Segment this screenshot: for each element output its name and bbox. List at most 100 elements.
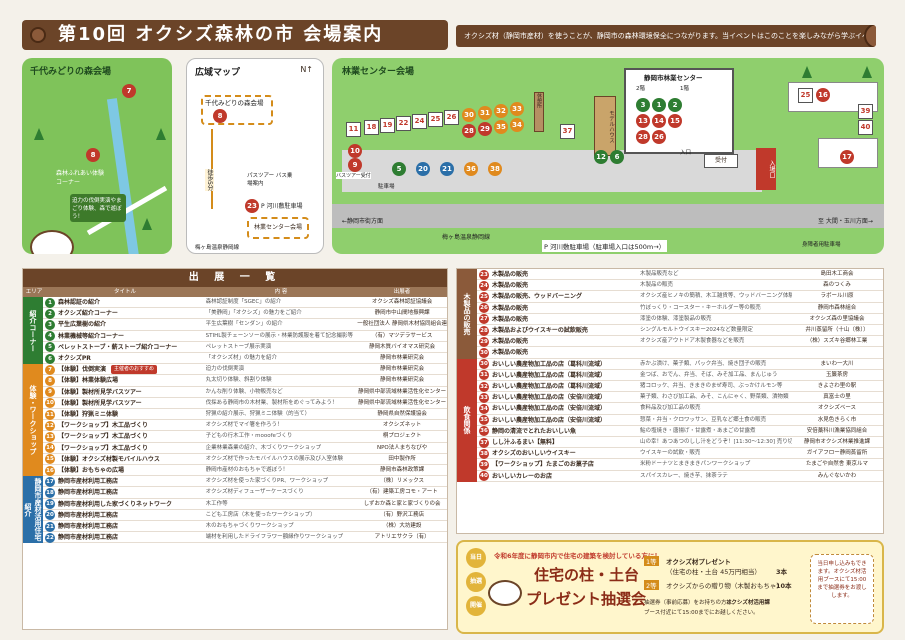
map-chiyo-forest: 千代みどりの森会場 7 8 森林ふれあい体験コーナー 迫力の伐倒実演やまごり体験…: [22, 58, 172, 254]
prize2-tag: 2等: [644, 580, 659, 590]
booth-29[interactable]: 29: [478, 122, 492, 136]
booth-18[interactable]: 18: [364, 120, 379, 135]
booth-34[interactable]: 34: [510, 118, 524, 132]
map1-pin-7[interactable]: 7: [122, 84, 136, 98]
booth-39[interactable]: 39: [858, 104, 873, 119]
row-title: 木製品の販売: [492, 282, 529, 290]
booth-6[interactable]: 6: [610, 150, 624, 164]
booth-3[interactable]: 3: [636, 98, 650, 112]
booth-25[interactable]: 25: [428, 112, 443, 127]
col-title: タイトル: [113, 289, 136, 295]
row-org: アトリエサクラ（有）: [374, 534, 430, 541]
booth-33[interactable]: 33: [510, 102, 524, 116]
row-desc: 惣菜・弁当・クロワッサン、豆乳など郷土食の販売: [640, 416, 767, 423]
venue1-outline: [201, 95, 273, 125]
row-title: 【体験】狩猟ミニ体験: [58, 411, 119, 418]
row-desc: 山の幸！あつあつのしし汁をどうぞ！[11:30～12:30] 売り切れ次第終了: [640, 439, 792, 445]
booth-24[interactable]: 24: [412, 114, 427, 129]
disabled-parking-label: 身障者用駐車場: [802, 242, 841, 248]
row-org: NPO法人まちなびや: [376, 444, 428, 451]
road-label-west: ←静岡市街方面: [342, 218, 384, 225]
booth-15[interactable]: 15: [668, 114, 682, 128]
row-org: 静岡市林業研究会: [380, 377, 425, 384]
table-row: 28 木製品およびウイスキーの試飲販売 シングルモルトウイスキー2024など数量限定…: [457, 325, 883, 337]
row-org: 島田木工商会: [820, 271, 854, 277]
row-title: 木製品の販売: [492, 315, 529, 323]
booth-19[interactable]: 19: [380, 118, 395, 133]
booth-31[interactable]: 31: [478, 106, 492, 120]
table-row: 4 林業機械等紹介コーナー STIHL製チェーンソーの展示・林業防護服を着て記念撮影…: [23, 331, 447, 342]
table-row: 12 【ワークショップ】木工品づくり オクシズ材でマイ箸を作ろう！ オクシズネット: [23, 420, 447, 432]
booth-35[interactable]: 35: [494, 120, 508, 134]
row-title: 木製品の販売: [492, 338, 529, 346]
booth-21[interactable]: 21: [440, 162, 454, 176]
booth-26b[interactable]: 26: [652, 130, 666, 144]
booth-9[interactable]: 9: [348, 158, 362, 172]
row-number: 35: [479, 415, 489, 426]
log-knot-icon: [30, 27, 46, 43]
row-org: 静岡県中部流域林業活性化センター: [358, 388, 447, 395]
car-entrance-arrow: 入場口: [756, 148, 776, 190]
table-row: 19 静岡市産材利用した家づくりネットワーク 木工作等 しずおか森と家と家づくりの会: [23, 499, 447, 510]
row-desc: スパイスカレー、焼き芋、抹茶ラテ: [640, 472, 728, 479]
row-desc: 木製品販売など: [640, 271, 679, 277]
booth-13[interactable]: 13: [636, 114, 650, 128]
row-number: 9: [45, 387, 55, 398]
table-row: 22 静岡市産材利用工務店 端材を利用したドライフラワー額縁作りワークショップ アトリ…: [23, 532, 447, 544]
booth-17[interactable]: 17: [840, 150, 854, 164]
row-org: 安倍藁科川漁業協同組合: [806, 427, 868, 434]
row-number: 24: [479, 280, 489, 291]
booth-28b[interactable]: 28: [636, 130, 650, 144]
booth-10[interactable]: 10: [348, 144, 362, 158]
booth-25b[interactable]: 25: [798, 88, 813, 103]
section-label: 木製品の販売: [457, 269, 477, 359]
row-title: ペレットストーブ・薪ストーブ紹介コーナー: [58, 343, 178, 351]
row-title: オクシズ紹介コーナー: [58, 310, 118, 318]
row-org: （有）建築工房コモ・アート: [366, 489, 438, 496]
booth-37[interactable]: 37: [560, 124, 575, 139]
booth-26[interactable]: 26: [444, 110, 459, 125]
row-title: 静岡市産材利用工務店: [58, 478, 119, 486]
row-number: 21: [45, 521, 55, 532]
lottery-info: 当日申し込みもできます。オクシズ材活用ブースにて15:00まで抽選券をお渡ししま…: [810, 554, 874, 624]
booth-32[interactable]: 32: [494, 104, 508, 118]
table-row: 3 平生広葉樹の紹介 平生広葉樹「センダン」の紹介 一般社団法人 静岡県木材協同組合連…: [23, 319, 447, 331]
booth-36[interactable]: 36: [464, 162, 478, 176]
row-title: 【体験】おもちゃの広場: [58, 467, 125, 474]
map1-pin-8[interactable]: 8: [86, 148, 100, 162]
row-title: 【体験】製材所見学バスツアー: [58, 399, 142, 407]
booth-30[interactable]: 30: [462, 108, 476, 122]
row-desc: 鮎の塩焼き・唐揚げ・甘露煮・あまごの甘露煮: [640, 427, 756, 434]
booth-38[interactable]: 38: [488, 162, 502, 176]
table-row: 20 静岡市産材利用工務店 こども工房店（木を使ったワークショップ） （有）野沢工務店: [23, 510, 447, 521]
row-desc: 企業林業森業の紹介、木づくりワークショップ: [205, 444, 322, 451]
booth-28[interactable]: 28: [462, 124, 476, 138]
tree-icon: [156, 128, 166, 140]
table-row: 18 静岡市産材利用工務店 オクシズ材ディフューザーケースづくり （有）建築工房コモ・…: [23, 487, 447, 499]
booth-20[interactable]: 20: [416, 162, 430, 176]
row-desc: こども工房店（木を使ったワークショップ）: [205, 511, 316, 518]
exhibitor-table-right: 23 木製品の販売 木製品販売など 島田木工商会 24 木製品の販売 木製品の販売 森のつくみ…: [456, 268, 884, 534]
model-house: モデルハウス: [594, 96, 616, 156]
row-desc: 子どもの行木工作・mooofeづくり: [205, 433, 293, 440]
booth-2[interactable]: 2: [668, 98, 682, 112]
table-row: 30 おいしい農産物加工品の店（葛科川流域） 赤かぶ漬け、菓子類、パック弁当、焼き団…: [457, 359, 883, 370]
map2-pin-23[interactable]: 23: [245, 199, 259, 213]
row-number: 33: [479, 392, 489, 403]
booth-14[interactable]: 14: [652, 114, 666, 128]
row-org: 静岡県自然保護協会: [377, 411, 427, 417]
booth-5[interactable]: 5: [392, 162, 406, 176]
river: [106, 98, 140, 254]
booth-40[interactable]: 40: [858, 120, 873, 135]
booth-16[interactable]: 16: [816, 88, 830, 102]
booth-12[interactable]: 12: [594, 150, 608, 164]
row-title: しし汁ふるまい【無料】: [492, 439, 559, 446]
table-row: 29 木製品の販売 オクシズ産アウトドア木製食器などを販売 （株）スズキ谷郷林工業: [457, 336, 883, 348]
row-title: オクシズのおいしいウイスキー: [492, 450, 576, 458]
road-label-east: 至 大間・玉川方面→: [818, 218, 873, 225]
col-area: エリア: [25, 289, 43, 295]
booth-11[interactable]: 11: [346, 122, 361, 137]
map1-title: 千代みどりの森会場: [30, 67, 112, 77]
booth-1[interactable]: 1: [652, 98, 666, 112]
booth-22[interactable]: 22: [396, 116, 411, 131]
